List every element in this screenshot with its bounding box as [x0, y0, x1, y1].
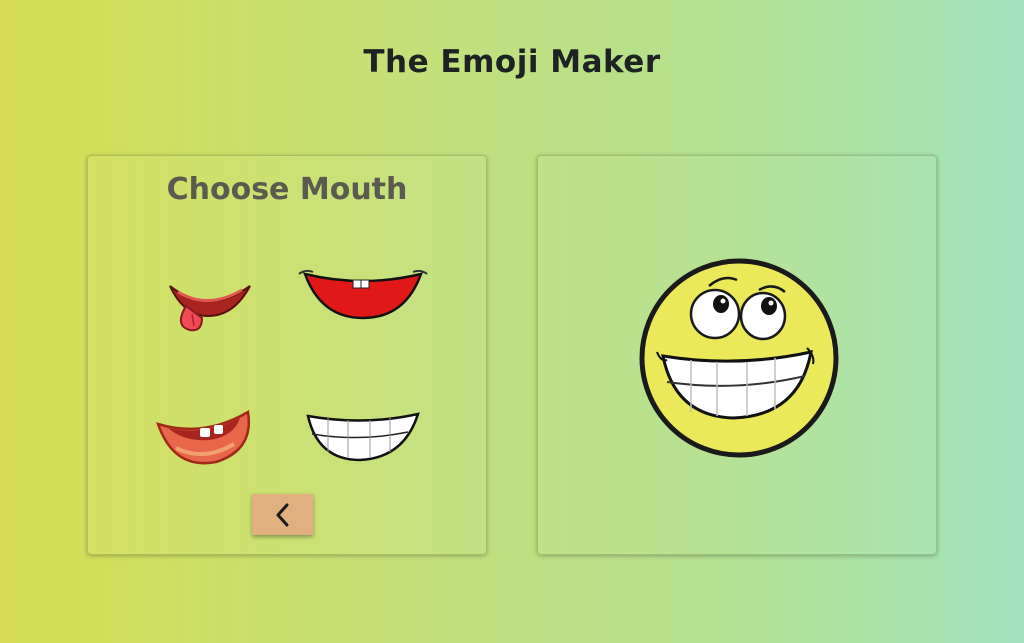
emoji-preview	[639, 258, 839, 458]
mouth-picker-panel: Choose Mouth	[87, 155, 487, 555]
mouth-option-open-laugh[interactable]	[154, 404, 254, 468]
chevron-left-icon	[276, 503, 288, 526]
picker-heading: Choose Mouth	[166, 172, 408, 207]
back-button[interactable]	[252, 494, 313, 535]
mouth-option-grin[interactable]	[304, 406, 422, 466]
mouth-option-tongue-out[interactable]	[164, 276, 256, 336]
app-title: The Emoji Maker	[363, 44, 661, 80]
emoji-preview-panel	[537, 155, 937, 555]
mouth-option-smile-teeth[interactable]	[295, 266, 431, 326]
